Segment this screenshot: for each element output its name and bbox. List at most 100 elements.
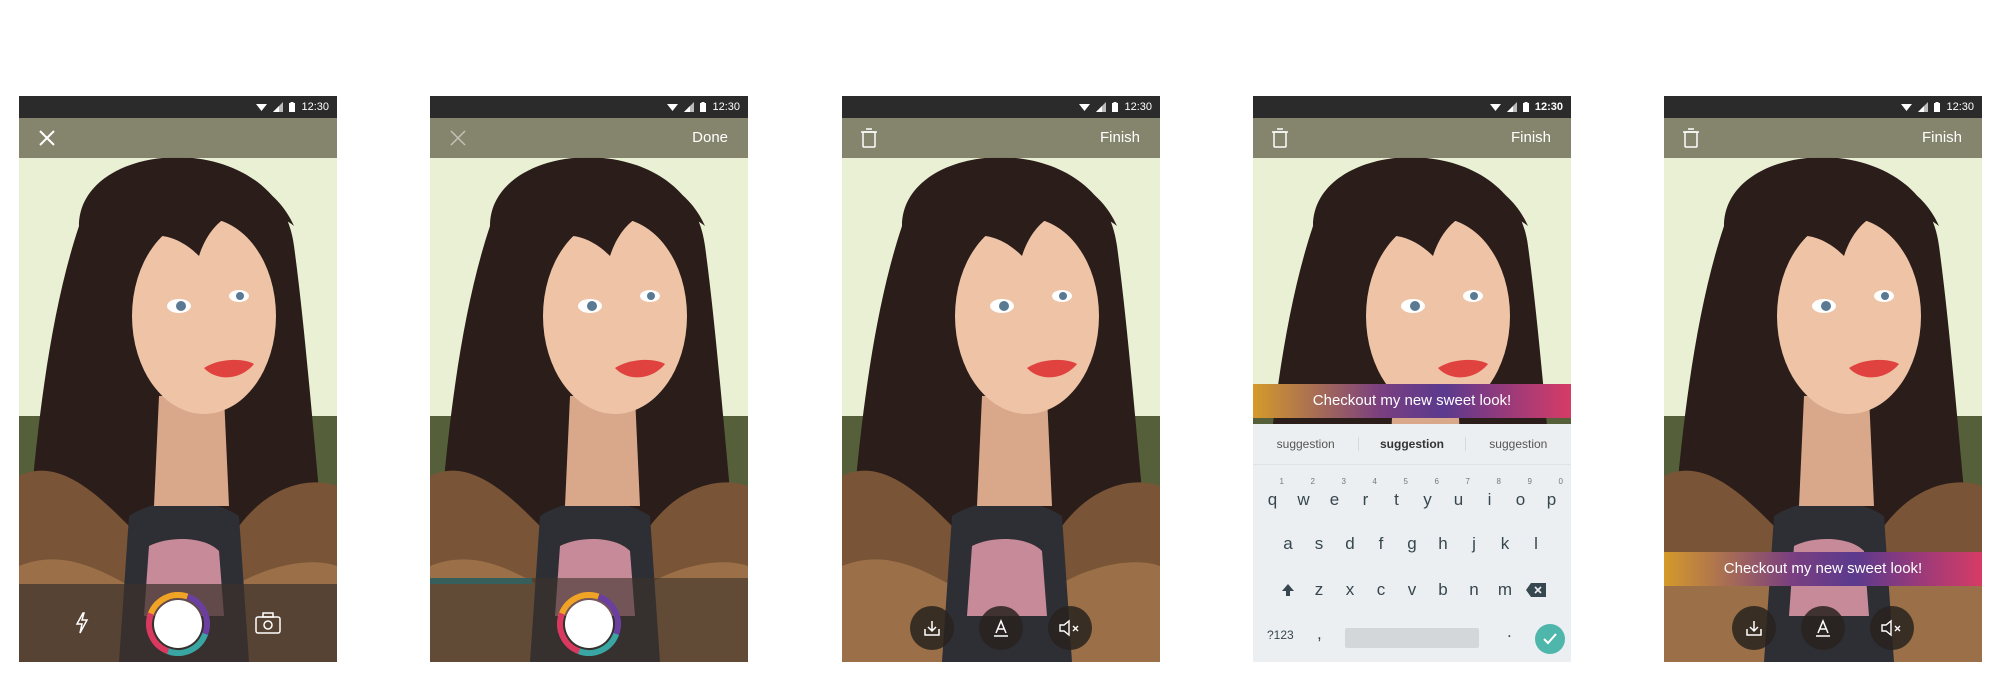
checkmark-icon bbox=[1543, 633, 1557, 645]
symbols-key[interactable]: ?123 bbox=[1267, 628, 1294, 642]
key-s[interactable]: s bbox=[1304, 524, 1335, 560]
key-c[interactable]: c bbox=[1366, 570, 1397, 606]
trash-icon[interactable] bbox=[860, 128, 878, 148]
key-v[interactable]: v bbox=[1397, 570, 1428, 606]
key-label: q bbox=[1267, 490, 1278, 509]
key-label: k bbox=[1500, 534, 1510, 553]
status-bar: 12:30 bbox=[842, 96, 1160, 118]
shutter-button[interactable] bbox=[557, 592, 621, 656]
key-o[interactable]: o9 bbox=[1505, 477, 1536, 516]
key-j[interactable]: j bbox=[1459, 524, 1490, 560]
key-e[interactable]: e3 bbox=[1319, 477, 1350, 516]
key-b[interactable]: b bbox=[1428, 570, 1459, 606]
download-button[interactable] bbox=[1732, 606, 1776, 650]
key-w[interactable]: w2 bbox=[1288, 477, 1319, 516]
mute-button[interactable] bbox=[1048, 606, 1092, 650]
status-bar: 12:30 bbox=[19, 96, 337, 118]
key-label: n bbox=[1469, 580, 1479, 599]
key-g[interactable]: g bbox=[1397, 524, 1428, 560]
text-button[interactable] bbox=[979, 606, 1023, 650]
battery-icon bbox=[289, 102, 296, 112]
key-label: i bbox=[1487, 490, 1492, 509]
finish-button[interactable]: Finish bbox=[1922, 118, 1962, 158]
key-t[interactable]: t5 bbox=[1381, 477, 1412, 516]
key-n[interactable]: n bbox=[1459, 570, 1490, 606]
screen-review: 12:30 Finish bbox=[842, 96, 1160, 662]
key-label: r bbox=[1362, 490, 1369, 509]
close-icon[interactable] bbox=[448, 128, 468, 148]
key-p[interactable]: p0 bbox=[1536, 477, 1567, 516]
key-h[interactable]: h bbox=[1428, 524, 1459, 560]
mute-button[interactable] bbox=[1870, 606, 1914, 650]
app-bar bbox=[19, 118, 337, 158]
key-r[interactable]: r4 bbox=[1350, 477, 1381, 516]
suggestion-strip: suggestion suggestion suggestion bbox=[1253, 424, 1571, 465]
key-m[interactable]: m bbox=[1490, 570, 1521, 606]
key-label: m bbox=[1497, 580, 1513, 599]
finish-button[interactable]: Finish bbox=[1511, 118, 1551, 158]
enter-key[interactable] bbox=[1535, 624, 1565, 654]
key-x[interactable]: x bbox=[1335, 570, 1366, 606]
caption-overlay[interactable]: Checkout my new sweet look! bbox=[1664, 552, 1982, 586]
key-l[interactable]: l bbox=[1521, 524, 1552, 560]
key-label: t bbox=[1394, 490, 1399, 509]
key-f[interactable]: f bbox=[1366, 524, 1397, 560]
key-z[interactable]: z bbox=[1304, 570, 1335, 606]
signal-icon bbox=[1096, 102, 1107, 112]
key-k[interactable]: k bbox=[1490, 524, 1521, 560]
status-time: 12:30 bbox=[712, 101, 740, 113]
finish-button[interactable]: Finish bbox=[1100, 118, 1140, 158]
suggestion-item[interactable]: suggestion bbox=[1253, 437, 1360, 451]
comma-key[interactable]: , bbox=[1317, 624, 1322, 644]
signal-icon bbox=[1918, 102, 1929, 112]
suggestion-item[interactable]: suggestion bbox=[1466, 437, 1571, 451]
wifi-icon bbox=[1079, 104, 1091, 111]
key-label: z bbox=[1314, 580, 1324, 599]
key-y[interactable]: y6 bbox=[1412, 477, 1443, 516]
close-icon[interactable] bbox=[37, 128, 57, 148]
shift-key[interactable] bbox=[1273, 570, 1304, 606]
flash-icon[interactable] bbox=[75, 612, 89, 634]
key-hint: 9 bbox=[1527, 477, 1532, 486]
backspace-key[interactable] bbox=[1521, 570, 1552, 606]
key-label: g bbox=[1407, 534, 1417, 553]
key-d[interactable]: d bbox=[1335, 524, 1366, 560]
camera-controls bbox=[19, 584, 337, 662]
key-label: w bbox=[1297, 490, 1310, 509]
space-key[interactable] bbox=[1345, 628, 1479, 648]
battery-icon bbox=[1934, 102, 1941, 112]
signal-icon bbox=[684, 102, 695, 112]
photo-preview bbox=[19, 96, 337, 662]
key-a[interactable]: a bbox=[1273, 524, 1304, 560]
shutter-button[interactable] bbox=[146, 592, 210, 656]
trash-icon[interactable] bbox=[1682, 128, 1700, 148]
done-button[interactable]: Done bbox=[692, 118, 728, 158]
trash-icon[interactable] bbox=[1271, 128, 1289, 148]
caption-input[interactable]: Checkout my new sweet look! bbox=[1253, 384, 1571, 418]
download-icon bbox=[1746, 621, 1762, 636]
shutter-inner bbox=[154, 600, 202, 648]
download-button[interactable] bbox=[910, 606, 954, 650]
key-label: e bbox=[1329, 490, 1340, 509]
wifi-icon bbox=[1489, 104, 1501, 111]
switch-camera-icon[interactable] bbox=[255, 612, 281, 634]
key-label: y bbox=[1423, 490, 1432, 509]
key-hint: 5 bbox=[1403, 477, 1408, 486]
screen-camera: 12:30 bbox=[19, 96, 337, 662]
key-i[interactable]: i8 bbox=[1474, 477, 1505, 516]
key-label: c bbox=[1376, 580, 1386, 599]
text-button[interactable] bbox=[1801, 606, 1845, 650]
signal-icon bbox=[273, 102, 284, 112]
key-row-2: asdfghjkl bbox=[1253, 524, 1571, 560]
period-key[interactable]: . bbox=[1507, 622, 1512, 642]
key-u[interactable]: u7 bbox=[1443, 477, 1474, 516]
suggestion-item[interactable]: suggestion bbox=[1359, 437, 1466, 451]
key-q[interactable]: q1 bbox=[1257, 477, 1288, 516]
key-row-1: q1w2e3r4t5y6u7i8o9p0 bbox=[1253, 477, 1571, 516]
photo-preview bbox=[842, 96, 1160, 662]
volume-mute-icon bbox=[1059, 619, 1079, 637]
app-bar: Finish bbox=[1664, 118, 1982, 158]
text-format-icon bbox=[1816, 619, 1830, 637]
key-hint: 1 bbox=[1279, 477, 1284, 486]
download-icon bbox=[924, 621, 940, 636]
